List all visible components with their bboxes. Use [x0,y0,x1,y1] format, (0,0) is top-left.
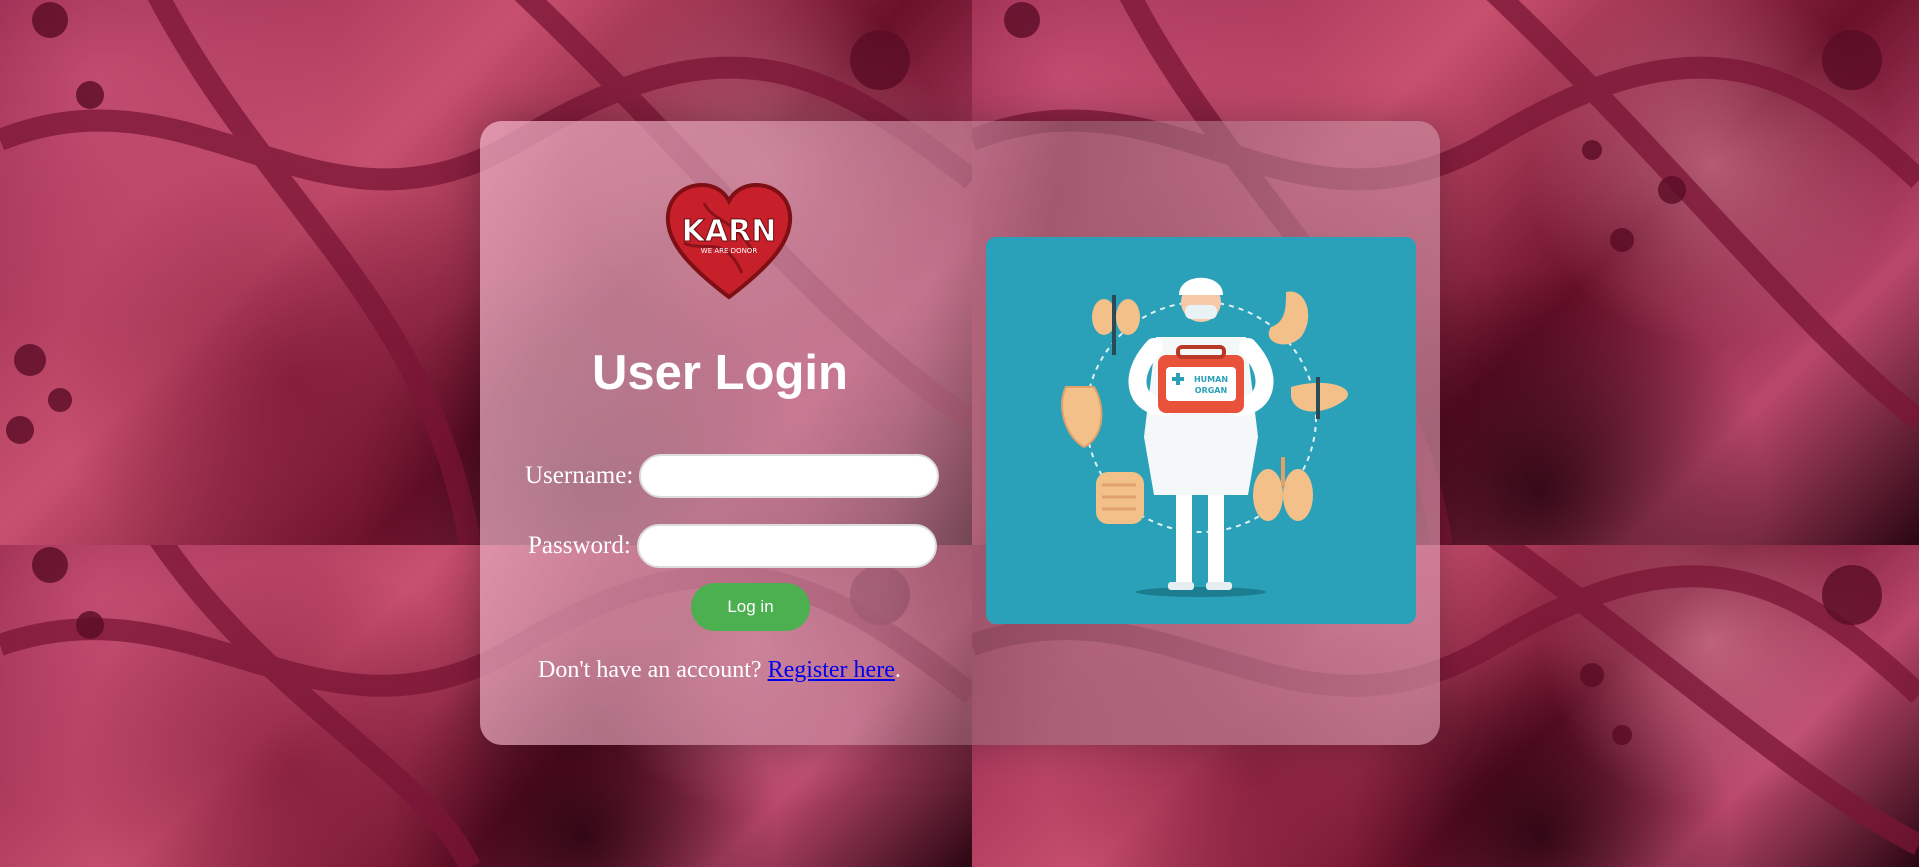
username-input[interactable] [639,454,940,498]
svg-text:WE ARE DONOR: WE ARE DONOR [701,247,758,255]
doctor-illustration-icon: HUMAN ORGAN [986,237,1416,624]
password-row: Password: [528,524,937,568]
register-prompt-text: Don't have an account? [538,657,768,683]
password-input[interactable] [636,524,937,568]
svg-text:KARN: KARN [682,214,777,249]
register-link[interactable]: Register here [768,657,895,683]
login-card: KARN WE ARE DONOR User Login Username: P… [480,121,1440,745]
svg-text:ORGAN: ORGAN [1195,386,1227,395]
login-panel: KARN WE ARE DONOR User Login Username: P… [480,121,960,745]
login-button[interactable]: Log in [691,583,810,631]
username-row: Username: [525,454,940,498]
password-label: Password: [528,532,631,559]
page-title: User Login [592,346,848,400]
username-label: Username: [525,462,634,489]
register-prompt: Don't have an account? Register here. [538,657,901,684]
register-suffix: . [894,657,901,683]
heart-logo-icon: KARN WE ARE DONOR [664,182,794,301]
svg-text:HUMAN: HUMAN [1194,375,1228,384]
